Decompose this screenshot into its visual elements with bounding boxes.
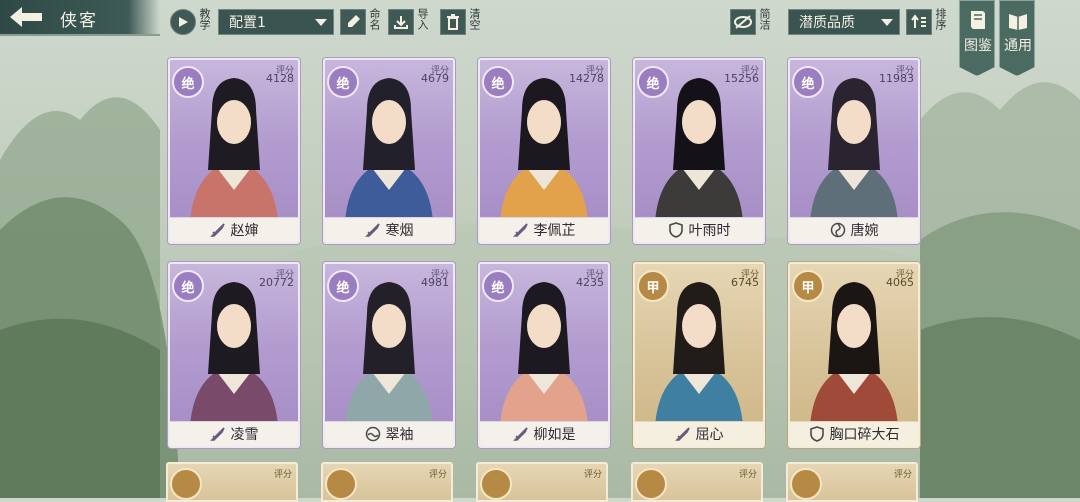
grade-badge: 甲 bbox=[792, 270, 824, 302]
card-peek[interactable]: 评分 bbox=[476, 462, 608, 502]
name-bar: 屈心 bbox=[635, 421, 763, 446]
grade-badge: 绝 bbox=[792, 66, 824, 98]
shield-icon bbox=[809, 426, 824, 442]
chevron-down-icon bbox=[315, 18, 327, 26]
clear-button[interactable]: 清空 bbox=[440, 8, 481, 36]
score-value: 4235 bbox=[576, 276, 604, 289]
grade-badge: 绝 bbox=[172, 270, 204, 302]
character-name: 屈心 bbox=[695, 427, 724, 443]
grade-badge bbox=[325, 468, 357, 500]
simple-view-toggle[interactable]: 简洁 bbox=[730, 8, 771, 36]
grade-badge bbox=[480, 468, 512, 500]
score-value: 4679 bbox=[421, 72, 449, 85]
character-name: 寒烟 bbox=[385, 223, 414, 239]
header-plate: 侠客 bbox=[0, 0, 160, 36]
config-select[interactable]: 配置1 bbox=[218, 8, 334, 36]
score-value: 15256 bbox=[724, 72, 759, 85]
grade-badge: 绝 bbox=[327, 270, 359, 302]
sort-select-value: 潜质品质 bbox=[799, 15, 855, 31]
score-value: 4065 bbox=[886, 276, 914, 289]
character-card[interactable]: 绝评分 4235 柳如是 bbox=[478, 262, 610, 448]
name-bar: 凌雪 bbox=[170, 421, 298, 446]
sword-icon bbox=[209, 223, 225, 237]
top-bar: 侠客 教学 配置1 命名 导入 清空 简洁 潜质品质 排序 bbox=[0, 0, 1080, 38]
score-value: 6745 bbox=[731, 276, 759, 289]
config-select-value: 配置1 bbox=[229, 15, 266, 31]
sort-button[interactable]: 排序 bbox=[906, 8, 947, 36]
character-card[interactable]: 绝评分 4128 赵婶 bbox=[168, 58, 300, 244]
sword-icon bbox=[512, 427, 528, 441]
name-bar: 赵婶 bbox=[170, 217, 298, 242]
character-card[interactable]: 绝评分 4679 寒烟 bbox=[323, 58, 455, 244]
grade-badge bbox=[635, 468, 667, 500]
sort-select[interactable]: 潜质品质 bbox=[788, 8, 900, 36]
wave-icon bbox=[365, 426, 380, 442]
character-card[interactable]: 绝评分 4981 翠袖 bbox=[323, 262, 455, 448]
character-card[interactable]: 绝评分 14278 李佩芷 bbox=[478, 58, 610, 244]
grade-badge: 绝 bbox=[172, 66, 204, 98]
grade-badge bbox=[170, 468, 202, 500]
swirl-icon bbox=[830, 222, 845, 238]
card-peek[interactable]: 评分 bbox=[786, 462, 918, 502]
grade-badge: 绝 bbox=[327, 66, 359, 98]
score-value: 4981 bbox=[421, 276, 449, 289]
grade-badge: 绝 bbox=[637, 66, 669, 98]
name-bar: 柳如是 bbox=[480, 421, 608, 446]
open-book-icon bbox=[1009, 14, 1027, 30]
character-name: 李佩芷 bbox=[533, 223, 576, 239]
character-name: 柳如是 bbox=[533, 427, 576, 443]
sword-icon bbox=[512, 223, 528, 237]
character-name: 赵婶 bbox=[230, 223, 259, 239]
import-button[interactable]: 导入 bbox=[388, 8, 429, 36]
grade-badge: 甲 bbox=[637, 270, 669, 302]
sword-icon bbox=[209, 427, 225, 441]
name-bar: 寒烟 bbox=[325, 217, 453, 242]
trash-icon bbox=[440, 9, 466, 35]
brush-icon bbox=[340, 9, 366, 35]
score-value: 14278 bbox=[569, 72, 604, 85]
sword-icon bbox=[364, 223, 380, 237]
grade-badge bbox=[790, 468, 822, 500]
eye-off-icon bbox=[730, 9, 756, 35]
sword-icon bbox=[674, 427, 690, 441]
card-peek[interactable]: 评分 bbox=[631, 462, 763, 502]
character-name: 叶雨时 bbox=[688, 223, 731, 239]
character-card[interactable]: 甲评分 6745 屈心 bbox=[633, 262, 765, 448]
name-bar: 李佩芷 bbox=[480, 217, 608, 242]
grade-badge: 绝 bbox=[482, 66, 514, 98]
character-name: 胸口碎大石 bbox=[829, 427, 900, 443]
page-title: 侠客 bbox=[60, 11, 98, 31]
character-card[interactable]: 甲评分 4065 胸口碎大石 bbox=[788, 262, 920, 448]
chevron-down-icon bbox=[881, 18, 893, 26]
sort-icon bbox=[906, 9, 932, 35]
name-bar: 翠袖 bbox=[325, 421, 453, 446]
tutorial-button[interactable]: 教学 bbox=[170, 8, 211, 36]
card-peek[interactable]: 评分 bbox=[166, 462, 298, 502]
shield-icon bbox=[668, 222, 683, 238]
character-card[interactable]: 绝评分 11983 唐婉 bbox=[788, 58, 920, 244]
character-name: 凌雪 bbox=[230, 427, 259, 443]
character-card[interactable]: 绝评分 15256 叶雨时 bbox=[633, 58, 765, 244]
score-value: 4128 bbox=[266, 72, 294, 85]
codex-button[interactable]: 图鉴 bbox=[959, 0, 995, 76]
character-card[interactable]: 绝评分 20772 凌雪 bbox=[168, 262, 300, 448]
character-name: 唐婉 bbox=[850, 223, 879, 239]
general-button[interactable]: 通用 bbox=[999, 0, 1035, 76]
score-value: 11983 bbox=[879, 72, 914, 85]
back-arrow-icon[interactable] bbox=[6, 4, 46, 30]
character-name: 翠袖 bbox=[385, 427, 414, 443]
name-bar: 唐婉 bbox=[790, 217, 918, 242]
rename-button[interactable]: 命名 bbox=[340, 8, 381, 36]
import-icon bbox=[388, 9, 414, 35]
card-peek[interactable]: 评分 bbox=[321, 462, 453, 502]
name-bar: 叶雨时 bbox=[635, 217, 763, 242]
score-value: 20772 bbox=[259, 276, 294, 289]
play-icon bbox=[170, 9, 196, 35]
book-icon bbox=[971, 11, 985, 29]
name-bar: 胸口碎大石 bbox=[790, 421, 918, 446]
grade-badge: 绝 bbox=[482, 270, 514, 302]
